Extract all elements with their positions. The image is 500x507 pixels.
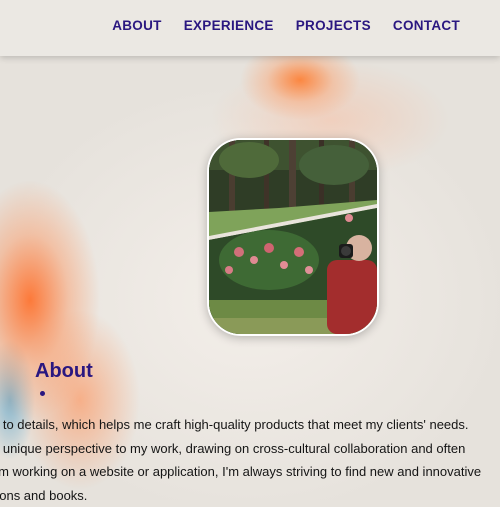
about-description: e to details, which helps me craft high-…: [0, 413, 500, 507]
nav-link-contact[interactable]: CONTACT: [393, 18, 460, 33]
nav-link-projects[interactable]: PROJECTS: [296, 18, 371, 33]
about-text-line: I'm working on a website or application,…: [0, 460, 500, 484]
nav-link-experience[interactable]: EXPERIENCE: [184, 18, 274, 33]
profile-photo: [207, 138, 379, 336]
about-text-line: a unique perspective to my work, drawing…: [0, 437, 500, 461]
nav-link-about[interactable]: ABOUT: [112, 18, 162, 33]
about-text-line: dons and books.: [0, 484, 500, 507]
about-text-line: e to details, which helps me craft high-…: [0, 413, 500, 437]
nav-links: ABOUT EXPERIENCE PROJECTS CONTACT: [112, 18, 460, 33]
about-section-title: About: [35, 360, 93, 383]
navbar: ABOUT EXPERIENCE PROJECTS CONTACT: [0, 0, 500, 56]
title-decoration-dot: [40, 391, 45, 396]
profile-photo-image: [209, 140, 377, 334]
